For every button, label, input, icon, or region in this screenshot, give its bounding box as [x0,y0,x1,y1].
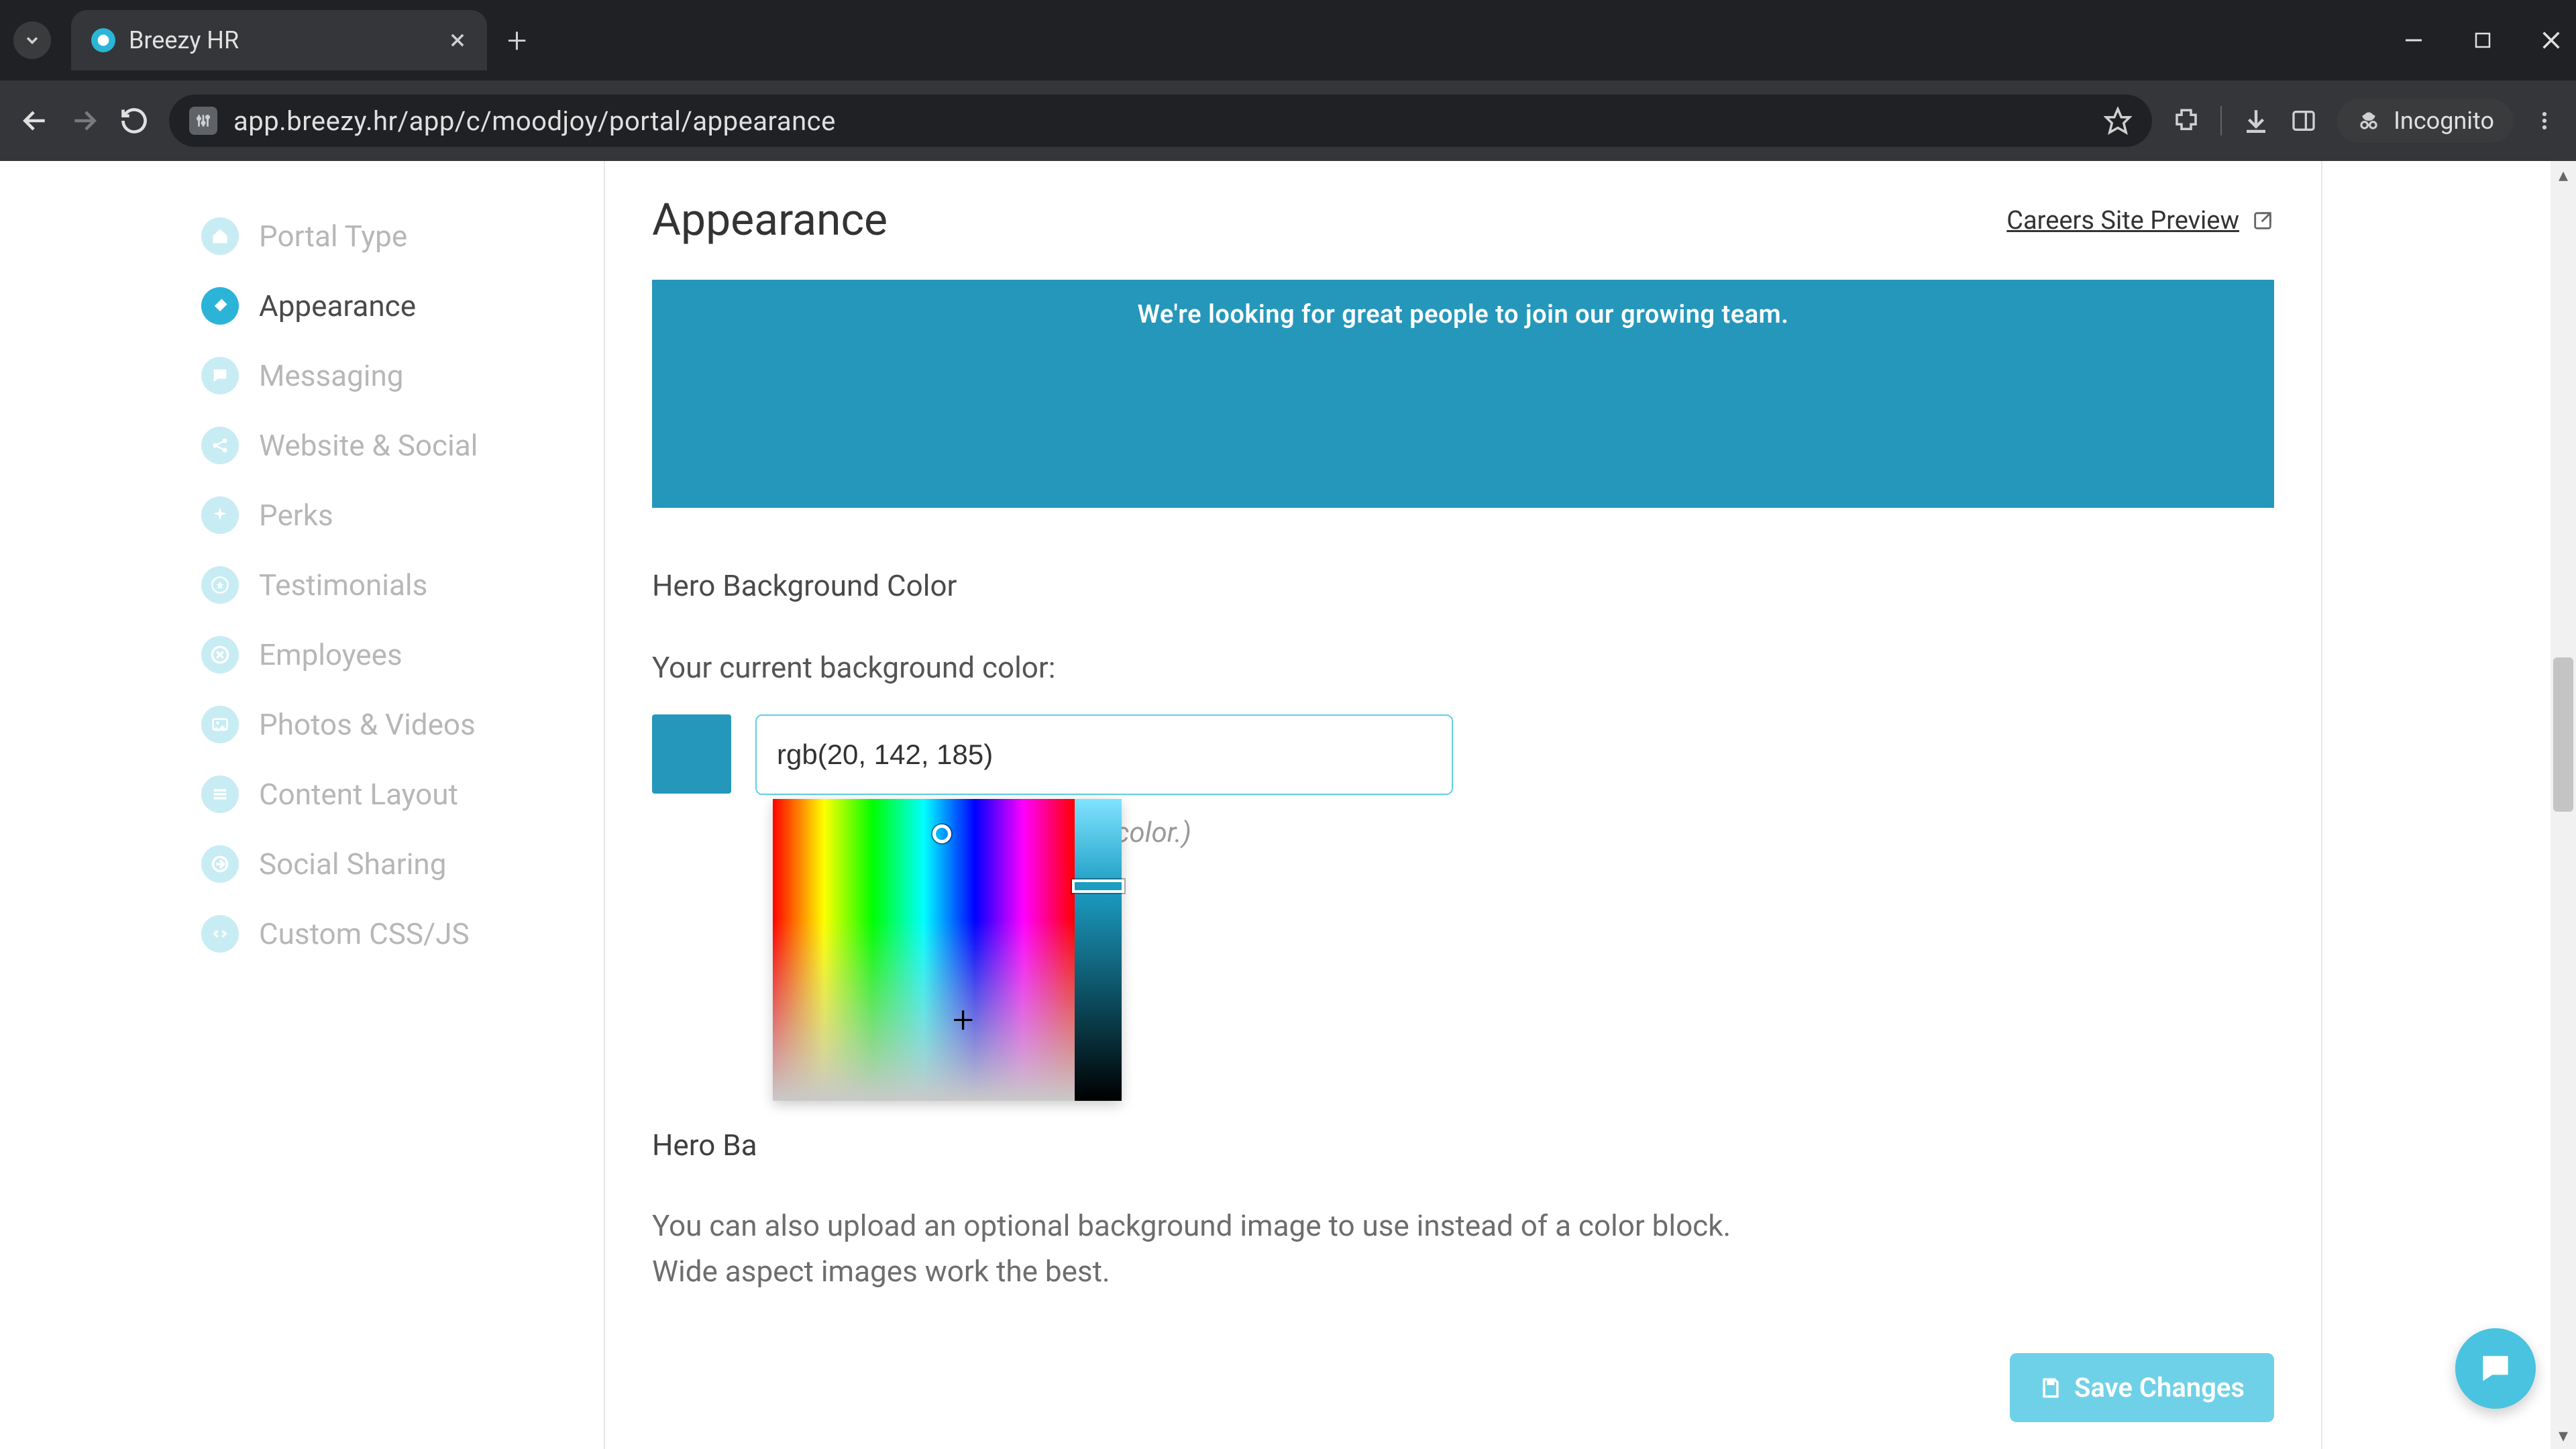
code-icon [201,915,239,953]
page-content: Portal Type Appearance Messaging Website… [0,161,2576,1449]
brush-icon [201,287,239,325]
chat-bubble-icon [2477,1350,2514,1387]
arrow-out-icon [201,845,239,883]
tab-close-button[interactable] [448,31,467,50]
sidebar-item-label: Messaging [259,358,404,393]
sidebar-item-messaging[interactable]: Messaging [201,341,604,411]
sidebar-item-label: Perks [259,498,333,533]
sidebar-item-label: Social Sharing [259,847,446,881]
color-value-input[interactable] [755,714,1453,795]
save-button-label: Save Changes [2074,1372,2245,1403]
help-chat-button[interactable] [2455,1328,2536,1409]
hero-bg-image-desc-line1: You can also upload an optional backgrou… [652,1203,2274,1248]
sidebar-item-photos-videos[interactable]: Photos & Videos [201,690,604,759]
sidebar-item-social-sharing[interactable]: Social Sharing [201,829,604,899]
image-icon [201,706,239,743]
sidebar-item-label: Employees [259,637,402,672]
site-settings-icon[interactable] [189,107,217,135]
hero-bg-color-heading: Hero Background Color [652,568,2274,603]
browser-tab[interactable]: Breezy HR [71,10,487,70]
external-link-icon [2251,209,2274,232]
tab-search-button[interactable] [13,21,51,59]
scroll-down-arrow-icon[interactable]: ▾ [2551,1424,2576,1446]
sidebar-item-portal-type[interactable]: Portal Type [201,201,604,271]
address-url: app.breezy.hr/app/c/moodjoy/portal/appea… [233,105,836,137]
window-minimize-button[interactable] [2402,28,2426,52]
hero-banner-text: We're looking for great people to join o… [1138,300,1789,329]
sidebar-item-label: Testimonials [259,568,427,602]
incognito-icon [2356,108,2381,133]
downloads-icon[interactable] [2242,107,2270,135]
sidebar-item-label: Website & Social [259,428,478,463]
tab-title: Breezy HR [129,26,435,54]
hero-bg-image-heading: Hero Ba [652,1128,2274,1163]
star-circle-icon [201,566,239,604]
chat-icon [201,357,239,394]
color-picker-selection-ring[interactable] [932,824,951,843]
sidebar-item-employees[interactable]: Employees [201,620,604,690]
sidebar-item-website-social[interactable]: Website & Social [201,411,604,480]
sidebar-item-label: Content Layout [259,777,458,812]
shade-slider-handle[interactable] [1072,879,1124,893]
hero-bg-image-description: You can also upload an optional backgrou… [652,1203,2274,1294]
color-picker-shade-slider[interactable] [1075,799,1122,1101]
tab-favicon-icon [91,28,115,52]
browser-tabstrip: Breezy HR + [0,0,2576,80]
sidebar-item-appearance[interactable]: Appearance [201,271,604,341]
window-maximize-button[interactable] [2473,30,2493,50]
new-tab-button[interactable]: + [507,20,527,61]
bookmark-icon[interactable] [2104,107,2132,135]
sidebar-item-perks[interactable]: Perks [201,480,604,550]
color-picker-canvas[interactable]: + [773,799,1075,1101]
nav-reload-button[interactable] [119,106,149,136]
browser-menu-button[interactable] [2533,109,2556,132]
main-panel: Appearance Careers Site Preview We're lo… [604,161,2322,1449]
extensions-icon[interactable] [2172,107,2200,135]
sidebar-item-label: Portal Type [259,219,407,254]
address-input[interactable]: app.breezy.hr/app/c/moodjoy/portal/appea… [169,95,2152,147]
layout-icon [201,775,239,813]
share-icon [201,427,239,464]
sidebar-item-label: Custom CSS/JS [259,916,470,951]
right-gutter-space [2322,161,2551,1449]
sidebar-item-label: Photos & Videos [259,707,476,742]
page-title: Appearance [652,195,888,246]
nav-forward-button[interactable] [70,106,99,136]
settings-sidebar: Portal Type Appearance Messaging Website… [0,161,604,1449]
hero-preview-banner: We're looking for great people to join o… [652,280,2274,508]
home-icon [201,217,239,255]
sidebar-item-label: Appearance [259,288,416,323]
current-color-label: Your current background color: [652,650,2274,685]
sidebar-item-content-layout[interactable]: Content Layout [201,759,604,829]
browser-addressbar: app.breezy.hr/app/c/moodjoy/portal/appea… [0,80,2576,161]
color-picker[interactable]: + [773,799,1122,1101]
incognito-label: Incognito [2394,107,2494,135]
sidebar-item-testimonials[interactable]: Testimonials [201,550,604,620]
scrollbar-thumb[interactable] [2553,657,2573,812]
save-changes-button[interactable]: Save Changes [2010,1353,2274,1422]
preview-link-label: Careers Site Preview [2006,206,2239,235]
window-close-button[interactable] [2540,29,2563,52]
hint-text-fragment: color.) [1115,816,1191,849]
sidebar-item-custom-css-js[interactable]: Custom CSS/JS [201,899,604,969]
scroll-up-arrow-icon[interactable]: ▴ [2551,164,2576,186]
save-icon [2039,1377,2062,1399]
nav-back-button[interactable] [20,106,50,136]
color-picker-cursor-icon: + [953,998,974,1042]
vertical-scrollbar[interactable]: ▴ ▾ [2551,161,2576,1449]
hero-bg-image-desc-line2: Wide aspect images work the best. [652,1248,2274,1294]
sparkle-icon [201,496,239,534]
sidepanel-icon[interactable] [2290,107,2317,134]
careers-preview-link[interactable]: Careers Site Preview [2006,206,2274,235]
close-circle-icon [201,636,239,674]
incognito-indicator[interactable]: Incognito [2337,99,2513,143]
color-swatch[interactable] [652,714,731,794]
